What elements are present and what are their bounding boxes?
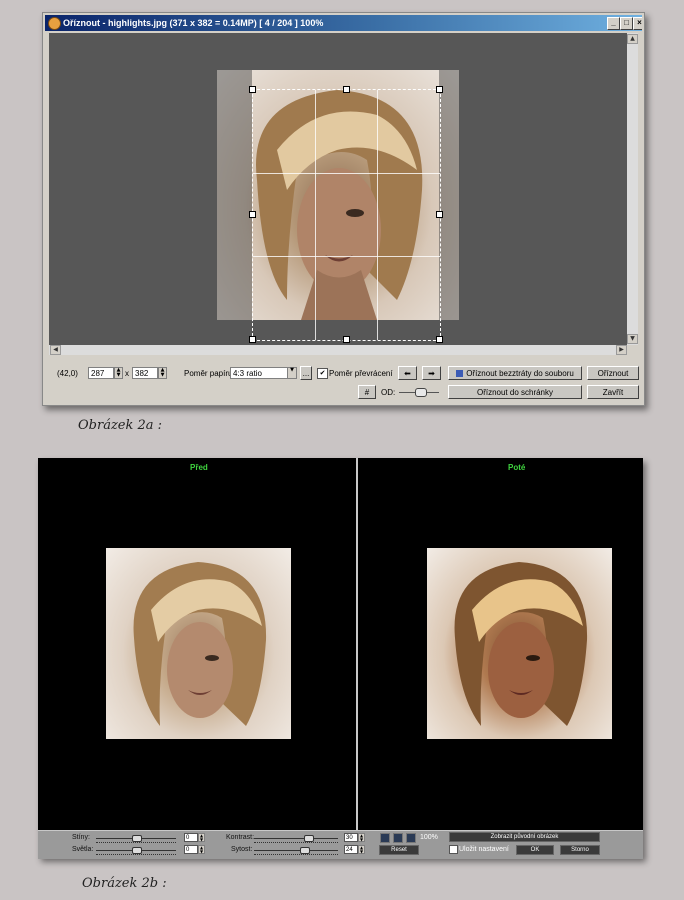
title-bar: Oříznout - highlights.jpg (371 x 382 = 0… [45,15,642,31]
after-portrait-illustration [454,562,588,726]
grid-line-v1 [315,90,316,340]
image-canvas[interactable] [49,33,627,345]
maximize-button[interactable]: □ [620,17,633,30]
ok-button[interactable]: OK [516,845,554,855]
shadows-input[interactable]: 0 [184,833,198,842]
minimize-button[interactable]: _ [607,17,620,30]
pane-divider[interactable] [356,458,358,830]
close-window-button[interactable]: × [633,17,642,30]
width-input[interactable]: 287 [88,367,114,379]
save-settings-checkbox[interactable] [449,845,458,854]
view-split-icon[interactable] [393,833,403,843]
caption-figure-2b: Obrázek 2b : [82,876,167,891]
contrast-spinner[interactable]: ▲ ▼ [358,833,365,842]
scroll-right-arrow-icon[interactable]: ▶ [616,345,627,355]
close-button[interactable]: Zavřít [587,385,639,399]
window-title: Oříznout - highlights.jpg (371 x 382 = 0… [63,18,324,28]
saturation-slider-ticks [254,852,338,855]
before-image [106,548,291,739]
after-image [427,548,612,739]
horizontal-scrollbar[interactable]: ◀ ▶ [49,345,627,355]
crop-clipboard-button[interactable]: Oříznout do schránky [448,385,582,399]
scroll-down-arrow-icon[interactable]: ▼ [627,334,638,344]
contrast-input[interactable]: 30 [344,833,358,842]
crop-handle-bl[interactable] [249,336,256,343]
ratio-label: Poměr papíru: [184,369,235,378]
reset-button[interactable]: Reset [379,845,419,855]
grid-line-v2 [377,90,378,340]
adjustments-bar: Stíny: 0 ▲ ▼ Světla: 0 ▲ ▼ Kontrast: 30 ▲ ▼… [38,830,643,859]
arrow-left-icon: ⬅ [404,369,411,378]
before-title: Před [190,463,208,472]
view-side-by-side-icon[interactable] [406,833,416,843]
od-label: OD: [381,388,396,397]
flip-ratio-label: Poměr převrácení [329,369,393,378]
after-title: Poté [508,463,526,472]
before-portrait-illustration [133,562,267,726]
zoom-level: 100% [420,834,438,841]
crop-window: Oříznout - highlights.jpg (371 x 382 = 0… [42,12,645,406]
crop-handle-tl[interactable] [249,86,256,93]
contrast-slider-track[interactable] [254,838,338,839]
grid-line-h2 [253,256,440,257]
cancel-button[interactable]: Storno [560,845,600,855]
scroll-left-arrow-icon[interactable]: ◀ [50,345,61,355]
crop-handle-b[interactable] [343,336,350,343]
view-single-icon[interactable] [380,833,390,843]
crop-lossless-button[interactable]: Oříznout bezztráty do souboru [448,366,582,380]
highlights-spinner[interactable]: ▲ ▼ [198,845,205,854]
highlights-input[interactable]: 0 [184,845,198,854]
height-input[interactable]: 382 [132,367,158,379]
app-icon [48,17,61,30]
show-original-button[interactable]: Zobrazit původní obrázek [449,832,600,842]
grid-toggle-button[interactable]: # [358,385,376,399]
shadows-spinner[interactable]: ▲ ▼ [198,833,205,842]
dimmed-left-area [217,70,252,320]
ratio-more-button[interactable]: ... [300,366,312,380]
od-slider-knob[interactable] [415,388,427,397]
flip-ratio-checkbox[interactable]: ✔ [317,368,328,379]
width-spinner[interactable]: ▲ ▼ [114,367,123,379]
height-spinner[interactable]: ▲ ▼ [158,367,167,379]
saturation-spinner[interactable]: ▲ ▼ [358,845,365,854]
crop-handle-r[interactable] [436,211,443,218]
crop-handle-t[interactable] [343,86,350,93]
crop-rectangle[interactable] [249,86,443,343]
shadows-label: Stíny: [72,834,90,841]
crop-handle-l[interactable] [249,211,256,218]
cursor-coordinates: (42,0) [57,369,78,378]
dimmed-right-area [439,70,459,320]
scroll-up-arrow-icon[interactable]: ▲ [627,34,638,44]
saturation-slider-track[interactable] [254,850,338,851]
saturation-label: Sytost: [231,846,253,853]
crop-handle-br[interactable] [436,336,443,343]
saturation-input[interactable]: 24 [344,845,358,854]
crop-button[interactable]: Oříznout [587,366,639,380]
crop-lossless-label: Oříznout bezztráty do souboru [466,369,574,378]
contrast-slider-ticks [254,840,338,843]
grid-icon: # [364,388,370,397]
highlights-label: Světla: [72,846,94,853]
highlights-slider-ticks [96,852,176,855]
shadows-slider-ticks [96,840,176,843]
contrast-label: Kontrast: [226,834,255,841]
vertical-scrollbar[interactable]: ▲ ▼ [627,33,638,345]
grid-line-h1 [253,173,440,174]
ratio-dropdown-icon[interactable]: ▼ [287,367,297,379]
times-sign: x [125,369,129,378]
prev-arrow-button[interactable]: ⬅ [398,366,417,380]
caption-figure-2a: Obrázek 2a : [78,418,163,433]
floppy-icon [456,370,464,377]
crop-handle-tr[interactable] [436,86,443,93]
arrow-right-icon: ➡ [428,369,435,378]
next-arrow-button[interactable]: ➡ [422,366,441,380]
save-settings-label: Uložit nastavení [459,846,509,853]
before-after-window: Před Poté Stíny: 0 ▲ ▼ Světla: 0 ▲ ▼ Kon… [38,458,643,859]
